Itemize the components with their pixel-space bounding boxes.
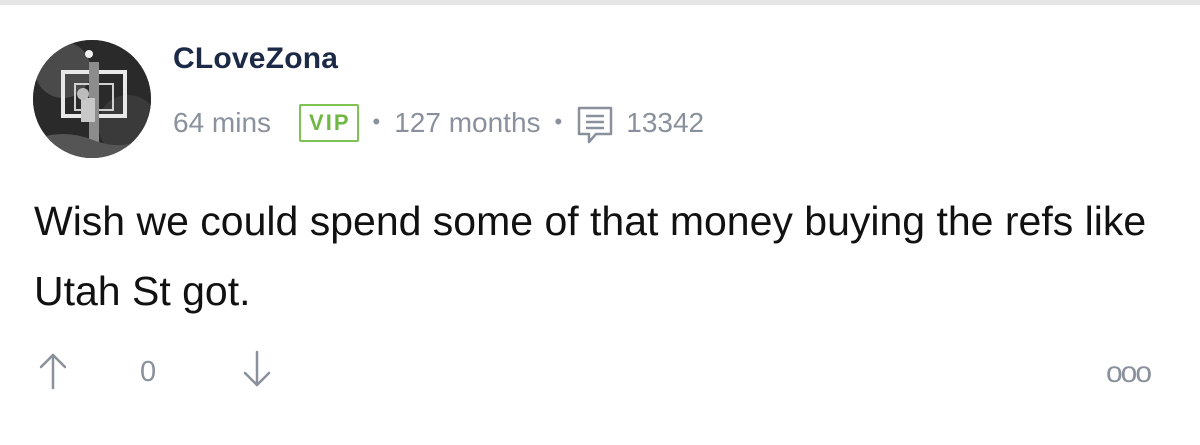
post-meta: 64 mins VIP • 127 months • 13342 [173,100,704,146]
more-options-button[interactable]: ooo [1106,358,1152,388]
upvote-button[interactable] [36,350,70,390]
separator-dot: • [554,109,563,134]
member-tenure: 127 months [394,107,541,138]
post-body: Wish we could spend some of that money b… [34,198,1147,314]
post-count: 13342 [626,107,705,138]
vip-badge: VIP [299,104,359,142]
post-time: 64 mins [173,107,272,138]
avatar[interactable] [33,40,151,158]
speech-bubble-icon [576,105,614,145]
top-divider [0,0,1200,5]
author-name[interactable]: CLoveZona [173,42,338,76]
separator-dot: • [372,109,381,134]
vote-score: 0 [140,356,157,388]
arrow-up-icon [39,353,67,390]
downvote-button[interactable] [240,350,274,390]
arrow-down-icon [243,350,271,387]
